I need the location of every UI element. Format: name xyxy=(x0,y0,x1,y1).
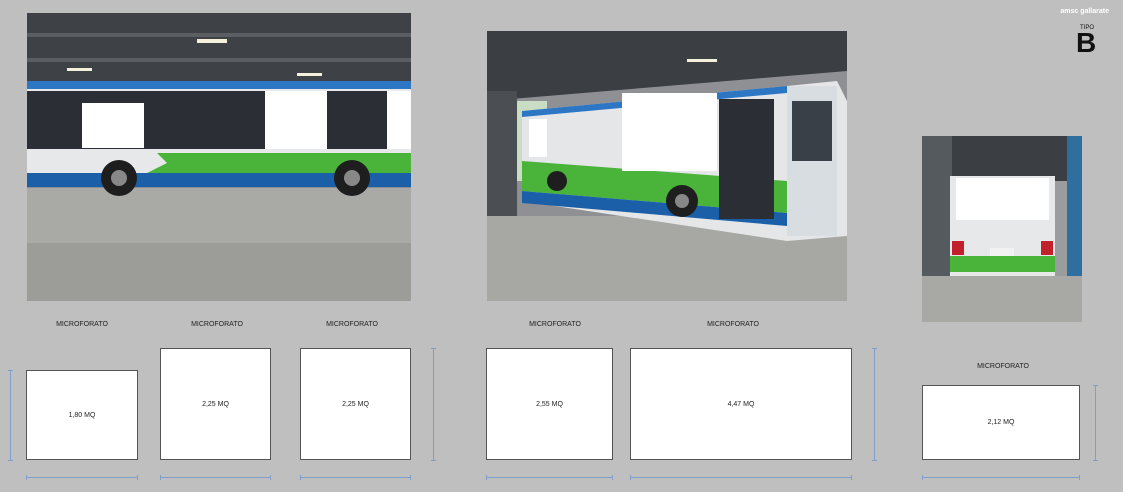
dimension-tick xyxy=(630,475,631,480)
dimension-tick xyxy=(1093,385,1098,386)
dimension-line-horizontal xyxy=(486,477,613,478)
panel-label-3: MICROFORATO xyxy=(326,321,378,328)
bus-three-quarter-view-photo xyxy=(487,31,847,301)
panel-label-6: MICROFORATO xyxy=(977,363,1029,370)
brand-label: amsc gallarate xyxy=(1060,8,1109,15)
panel-label-4: MICROFORATO xyxy=(529,321,581,328)
dimension-tick xyxy=(410,475,411,480)
panel-area-1: 1,80 MQ xyxy=(26,370,138,460)
dimension-line-horizontal xyxy=(26,477,138,478)
dimension-tick xyxy=(612,475,613,480)
dimension-line-vertical xyxy=(1095,385,1096,460)
bus-side-view-photo xyxy=(27,13,411,301)
dimension-line-horizontal xyxy=(160,477,271,478)
tipo-letter: B xyxy=(1076,27,1097,58)
dimension-line-horizontal xyxy=(922,477,1080,478)
dimension-line-horizontal xyxy=(300,477,411,478)
dimension-tick xyxy=(486,475,487,480)
panel-area-4: 2,55 MQ xyxy=(486,348,613,460)
panel-label-5: MICROFORATO xyxy=(707,321,759,328)
dimension-tick xyxy=(300,475,301,480)
dimension-tick xyxy=(8,370,13,371)
panel-area-3: 2,25 MQ xyxy=(300,348,411,460)
dimension-tick xyxy=(851,475,852,480)
bus-rear-view-photo xyxy=(922,136,1082,322)
dimension-line-vertical xyxy=(10,370,11,460)
dimension-tick xyxy=(137,475,138,480)
panel-label-1: MICROFORATO xyxy=(56,321,108,328)
dimension-tick xyxy=(1079,475,1080,480)
dimension-tick xyxy=(872,460,877,461)
panel-area-2: 2,25 MQ xyxy=(160,348,271,460)
panel-area-5: 4,47 MQ xyxy=(630,348,852,460)
dimension-tick xyxy=(922,475,923,480)
dimension-tick xyxy=(26,475,27,480)
panel-label-2: MICROFORATO xyxy=(191,321,243,328)
dimension-line-horizontal xyxy=(630,477,852,478)
dimension-tick xyxy=(872,348,877,349)
dimension-line-vertical xyxy=(874,348,875,460)
dimension-tick xyxy=(431,348,436,349)
dimension-tick xyxy=(160,475,161,480)
panel-area-6: 2,12 MQ xyxy=(922,385,1080,460)
dimension-tick xyxy=(8,460,13,461)
dimension-tick xyxy=(270,475,271,480)
dimension-line-vertical xyxy=(433,348,434,460)
dimension-tick xyxy=(431,460,436,461)
dimension-tick xyxy=(1093,460,1098,461)
